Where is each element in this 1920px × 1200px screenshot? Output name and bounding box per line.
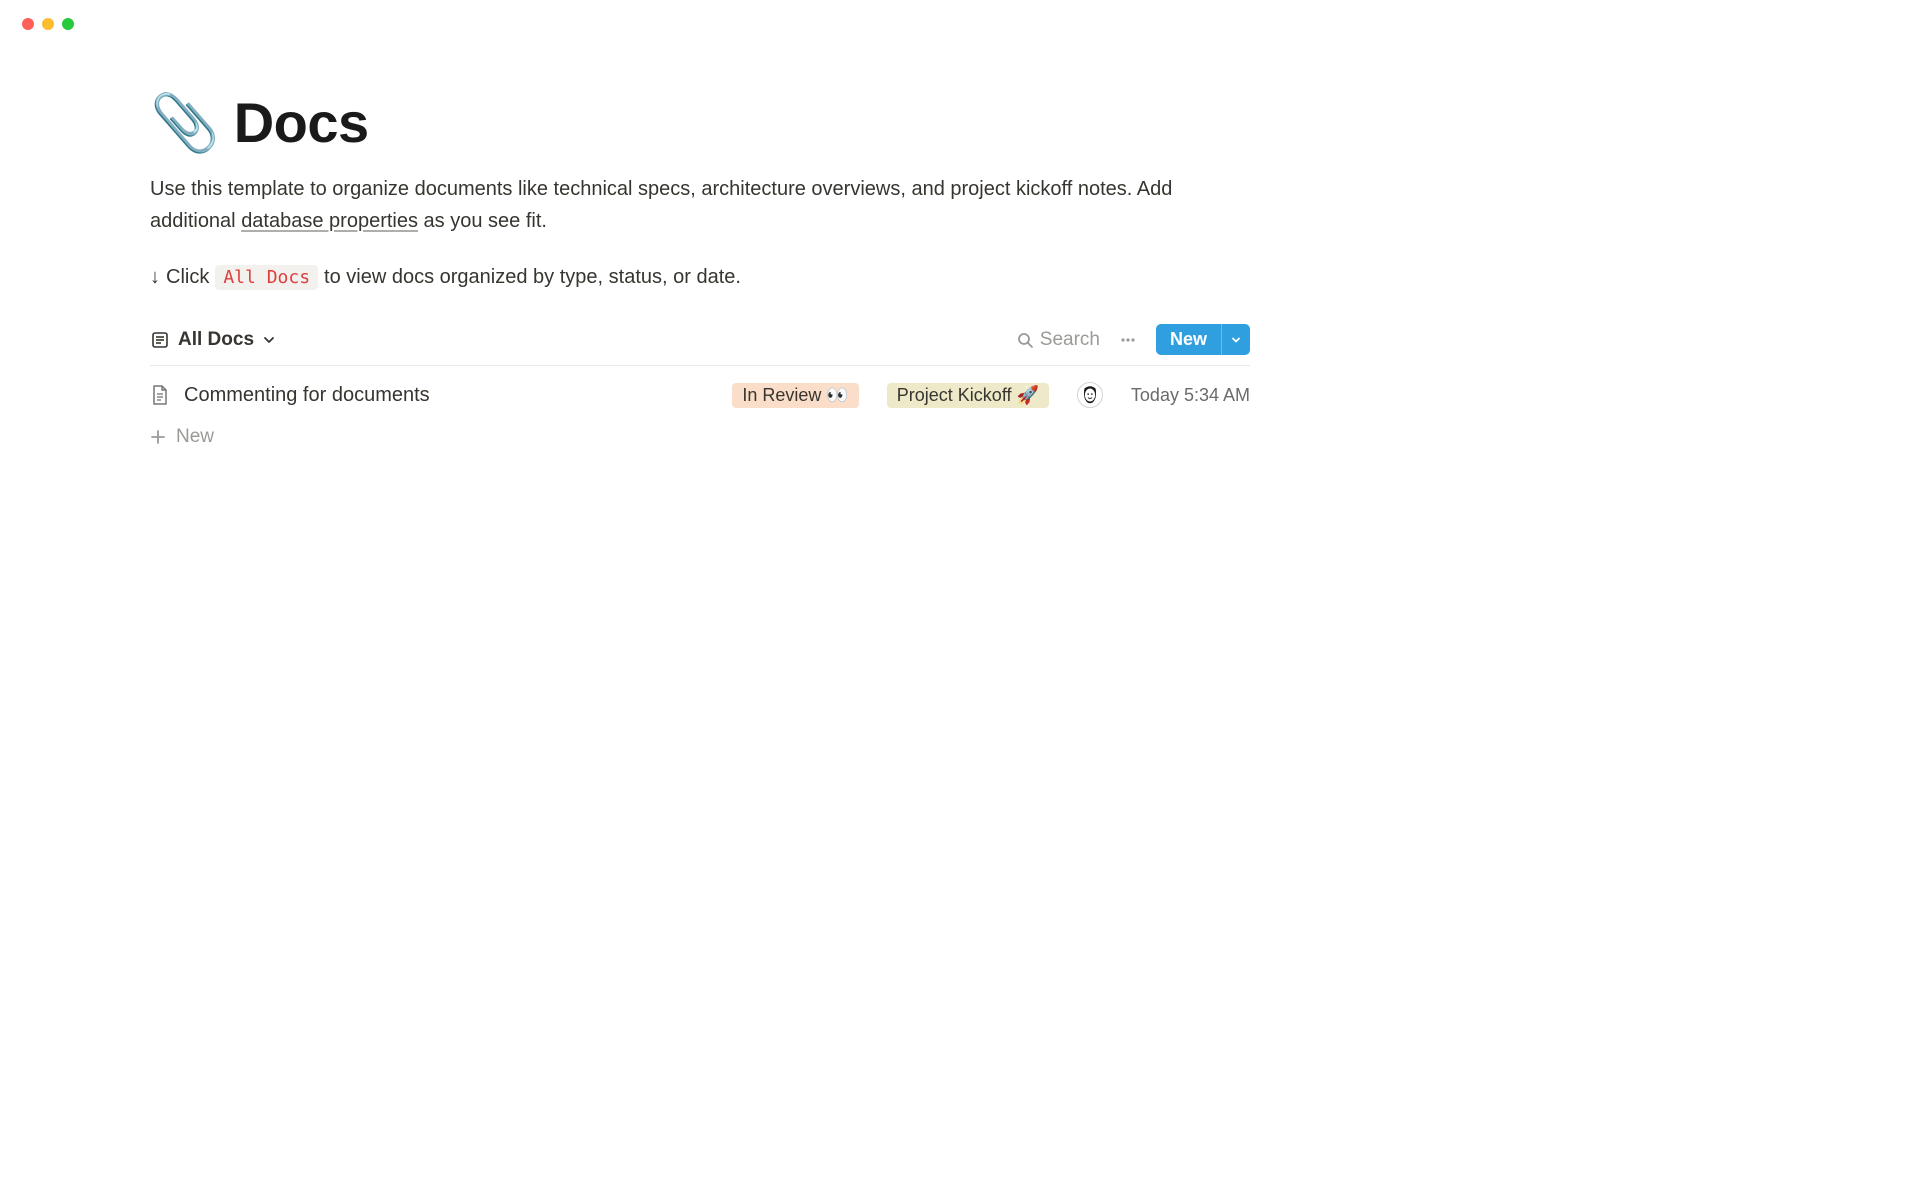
view-bar: All Docs Search	[150, 324, 1250, 366]
page-icon	[150, 384, 170, 406]
view-name: All Docs	[178, 329, 254, 351]
list-icon	[150, 330, 170, 350]
table-row[interactable]: Commenting for documents In Review 👀 Pro…	[150, 366, 1250, 422]
hint-row: ↓ Click All Docs to view docs organized …	[150, 265, 1250, 290]
new-row-button[interactable]: New	[150, 422, 1250, 452]
chevron-down-icon	[262, 333, 276, 347]
search-button[interactable]: Search	[1016, 329, 1100, 351]
description-text-after: as you see fit.	[418, 210, 547, 232]
view-selector[interactable]: All Docs	[150, 329, 276, 351]
search-icon	[1016, 331, 1034, 349]
page-title[interactable]: Docs	[234, 90, 369, 155]
window-controls	[0, 0, 1400, 30]
avatar[interactable]	[1077, 382, 1103, 408]
search-label: Search	[1040, 329, 1100, 351]
paperclip-icon[interactable]: 📎	[150, 95, 220, 151]
close-window-button[interactable]	[22, 18, 34, 30]
view-actions: Search New	[1016, 324, 1250, 355]
status-badge[interactable]: In Review 👀	[732, 383, 858, 408]
category-badge[interactable]: Project Kickoff 🚀	[887, 383, 1049, 408]
hint-prefix: Click	[166, 266, 209, 289]
down-arrow-icon: ↓	[150, 266, 160, 289]
page-description: Use this template to organize documents …	[150, 173, 1250, 237]
new-button-label: New	[1170, 329, 1207, 350]
new-row-label: New	[176, 426, 214, 448]
new-button[interactable]: New	[1156, 324, 1221, 355]
hint-suffix: to view docs organized by type, status, …	[324, 266, 741, 289]
all-docs-chip: All Docs	[215, 265, 318, 290]
page-content: 📎 Docs Use this template to organize doc…	[0, 30, 1400, 452]
title-row: 📎 Docs	[150, 90, 1250, 155]
database-properties-link[interactable]: database properties	[241, 210, 418, 232]
ellipsis-icon	[1118, 330, 1138, 350]
more-options-button[interactable]	[1118, 330, 1138, 350]
plus-icon	[150, 429, 166, 445]
maximize-window-button[interactable]	[62, 18, 74, 30]
new-button-group: New	[1156, 324, 1250, 355]
minimize-window-button[interactable]	[42, 18, 54, 30]
timestamp: Today 5:34 AM	[1131, 385, 1250, 406]
doc-title[interactable]: Commenting for documents	[184, 384, 430, 407]
new-button-dropdown[interactable]	[1221, 324, 1250, 355]
